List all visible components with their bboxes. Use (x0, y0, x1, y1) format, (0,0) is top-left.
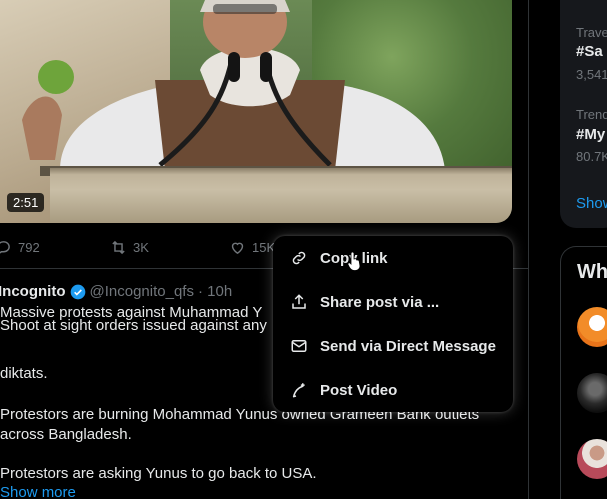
trends-show-more[interactable]: Show (576, 195, 607, 212)
like-button[interactable]: 15K (229, 232, 275, 262)
like-count: 15K (252, 239, 276, 255)
who-to-follow-panel: Wh (560, 246, 607, 499)
menu-item-label: Post Video (320, 381, 398, 399)
trend-category: Trave (576, 25, 607, 40)
post-line: Protestors are asking Yunus to go back t… (0, 465, 317, 482)
post-actions: 792 3K 15K (0, 232, 300, 262)
link-icon (292, 251, 306, 265)
trends-panel: Trave #Sa 3,541 Trend #My 80.7K Show (560, 0, 607, 228)
menu-item-label: Send via Direct Message (320, 337, 496, 355)
reply-count: 792 (18, 239, 40, 255)
menu-item-label: Share post via ... (320, 293, 440, 311)
author-name[interactable]: Incognito (0, 283, 66, 300)
column-divider (528, 0, 529, 499)
author-handle[interactable]: @Incognito_qfs (90, 283, 194, 300)
menu-item-send-dm[interactable]: Send via Direct Message (273, 324, 513, 368)
envelope-icon (291, 340, 307, 352)
trend-tag[interactable]: #Sa (576, 43, 603, 60)
video-player[interactable]: 2:51 (0, 0, 512, 223)
reply-icon (0, 240, 10, 254)
menu-item-post-video[interactable]: Post Video (273, 368, 513, 412)
post-video-icon (292, 383, 305, 398)
avatar[interactable] (577, 373, 607, 413)
menu-item-share-post-via[interactable]: Share post via ... (273, 280, 513, 324)
reply-button[interactable]: 792 (0, 232, 40, 262)
mouse-cursor-icon (347, 251, 361, 271)
share-menu: Copy link Share post via ... Send via Di… (273, 236, 513, 412)
avatar[interactable] (577, 307, 607, 347)
verified-badge-icon (70, 284, 85, 299)
repost-button[interactable]: 3K (110, 232, 149, 262)
repost-icon (112, 240, 125, 254)
post-line: diktats. (0, 365, 48, 382)
share-icon (292, 294, 306, 309)
heart-icon (231, 242, 244, 254)
menu-item-copy-link[interactable]: Copy link (273, 236, 513, 280)
trend-category: Trend (576, 107, 607, 122)
post-time[interactable]: · 10h (198, 283, 232, 300)
show-more-link[interactable]: Show more (0, 484, 76, 499)
avatar[interactable] (577, 439, 607, 479)
right-sidebar: Trave #Sa 3,541 Trend #My 80.7K Show Wh (560, 0, 607, 499)
who-to-follow-title: Wh (577, 261, 607, 283)
post-line: across Bangladesh. (0, 426, 132, 443)
trend-count: 3,541 (576, 67, 607, 82)
trend-count: 80.7K (576, 149, 607, 164)
post-header: Incognito @Incognito_qfs · 10h (0, 283, 232, 300)
podium (50, 168, 512, 223)
post-line: Shoot at sight orders issued against any (0, 317, 267, 334)
video-duration: 2:51 (7, 193, 45, 212)
repost-count: 3K (133, 239, 149, 255)
trend-tag[interactable]: #My (576, 126, 605, 143)
